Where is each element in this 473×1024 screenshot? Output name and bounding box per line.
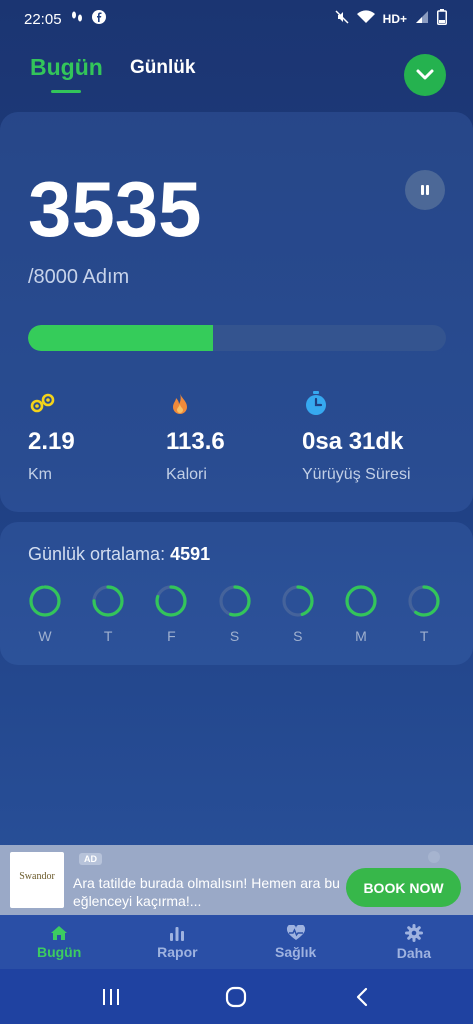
- day-progress-5: M: [344, 584, 378, 644]
- wifi-icon: [356, 10, 375, 28]
- nav-label-rapor: Rapor: [157, 943, 198, 960]
- day-ring: [155, 585, 187, 617]
- tab-gunluk[interactable]: Günlük: [130, 57, 195, 79]
- recents-icon: [102, 988, 119, 1005]
- footprints-icon: [30, 393, 55, 413]
- day-progress-3: S: [218, 584, 252, 644]
- calories-label: Kalori: [166, 466, 207, 483]
- back-icon: [357, 987, 368, 1006]
- day-ring: [92, 585, 124, 617]
- day-progress-0: W: [28, 584, 62, 644]
- bottom-nav: Bugün Rapor Sağlık Daha: [0, 915, 473, 969]
- step-progress-fill: [28, 325, 213, 351]
- back-button[interactable]: [342, 977, 382, 1017]
- dropdown-button[interactable]: [404, 54, 446, 96]
- nav-label-bugun: Bugün: [36, 943, 82, 960]
- step-count: 3535: [28, 165, 202, 253]
- step-progress-bar: [28, 325, 446, 351]
- home-icon: [51, 925, 68, 940]
- chevron-down-icon: [416, 69, 434, 80]
- day-progress-6: T: [407, 584, 441, 644]
- daily-average-label: Günlük ortalama:: [28, 544, 166, 564]
- ad-banner[interactable]: Swandor AD Ara tatilde burada olmalısın!…: [0, 845, 473, 915]
- ad-logo-sub: [36, 884, 37, 890]
- nav-item-rapor[interactable]: Rapor: [118, 915, 236, 969]
- nav-item-saglik[interactable]: Sağlık: [237, 915, 355, 969]
- day-label: F: [167, 628, 176, 644]
- home-circle-icon: [226, 986, 247, 1007]
- network-type: HD+: [382, 12, 407, 26]
- nav-item-daha[interactable]: Daha: [355, 915, 473, 969]
- day-label: T: [103, 628, 113, 644]
- stat-walk-time: 0sa 31dk Yürüyüş Süresi: [302, 390, 411, 483]
- ad-badge: AD: [79, 853, 102, 865]
- daily-average-value: 4591: [170, 544, 211, 564]
- day-ring: [218, 585, 251, 617]
- flame-icon: [173, 393, 187, 414]
- day-ring-progress: [29, 585, 61, 617]
- nav-label-daha: Daha: [396, 944, 431, 961]
- day-label: S: [293, 628, 303, 644]
- steps-card: 3535 /8000 Adım 2.19 Km 113.6 Kalori 0sa…: [0, 112, 473, 512]
- bar-chart-icon: [170, 926, 185, 941]
- stopwatch-icon: [306, 391, 326, 415]
- stat-calories: 113.6 Kalori: [166, 390, 225, 483]
- day-label: M: [355, 628, 367, 644]
- distance-value: 2.19: [28, 428, 75, 455]
- header: Bugün Günlük: [0, 50, 473, 98]
- nav-label-saglik: Sağlık: [275, 943, 317, 960]
- system-nav-bar: [0, 969, 473, 1024]
- day-progress-2: F: [154, 584, 188, 644]
- facebook-icon: [91, 10, 106, 28]
- distance-label: Km: [28, 466, 52, 483]
- day-ring: [29, 585, 61, 617]
- mute-icon: [335, 10, 349, 28]
- stat-distance: 2.19 Km: [28, 390, 75, 483]
- day-label: W: [38, 628, 52, 644]
- home-button[interactable]: [216, 977, 256, 1017]
- ad-book-now-button[interactable]: BOOK NOW: [346, 868, 461, 907]
- day-label: S: [229, 628, 240, 644]
- status-bar: 22:05 HD+: [0, 0, 473, 38]
- day-label: T: [419, 628, 429, 644]
- tab-underline: [51, 90, 81, 93]
- footprints-icon: [70, 10, 84, 28]
- step-goal: /8000 Adım: [28, 266, 130, 288]
- calories-value: 113.6: [166, 428, 225, 455]
- day-progress-1: T: [91, 584, 125, 644]
- day-ring: [408, 585, 440, 617]
- walk-time-value: 0sa 31dk: [302, 428, 404, 455]
- ad-text[interactable]: Ara tatilde burada olmalısın! Hemen ara …: [73, 874, 341, 910]
- ad-logo[interactable]: Swandor: [10, 852, 64, 908]
- ad-close-icon[interactable]: [428, 851, 440, 863]
- battery-icon: [437, 9, 447, 29]
- status-time: 22:05: [24, 10, 62, 28]
- day-ring-progress: [345, 585, 377, 617]
- daily-average-title: Günlük ortalama: 4591: [28, 544, 210, 565]
- gear-icon: [404, 923, 423, 942]
- ad-logo-text: Swandor: [19, 870, 55, 882]
- day-progress-4: S: [281, 584, 315, 644]
- pause-icon: [421, 185, 429, 195]
- walk-time-label: Yürüyüş Süresi: [302, 466, 411, 483]
- heart-pulse-icon: [286, 924, 305, 940]
- signal-icon: [415, 10, 429, 28]
- nav-item-bugun[interactable]: Bugün: [0, 915, 118, 969]
- tab-bugun[interactable]: Bugün: [30, 54, 103, 81]
- day-ring: [282, 585, 314, 617]
- recents-button[interactable]: [91, 977, 131, 1017]
- daily-average-card[interactable]: Günlük ortalama: 4591 W T F S S M T: [0, 522, 473, 665]
- pause-button[interactable]: [405, 170, 445, 210]
- day-ring: [345, 585, 377, 617]
